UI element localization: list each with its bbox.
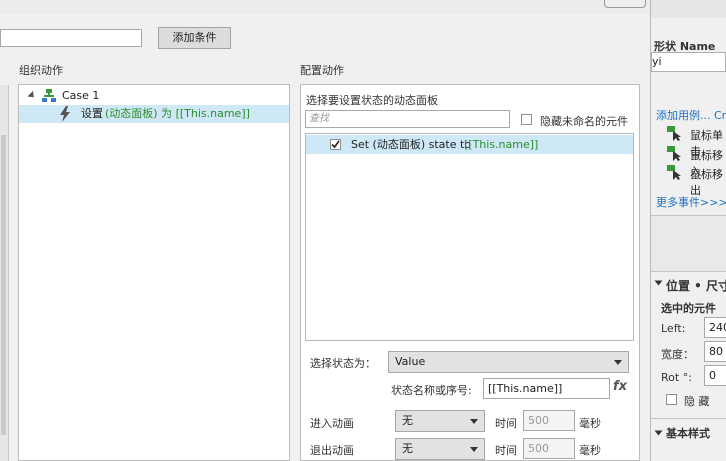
panel-item-prefix: Set (动态面板) state to [351, 138, 472, 151]
chevron-down-icon [470, 447, 478, 452]
enter-time-label: 时间 [495, 417, 517, 430]
case-tree-icon [42, 89, 56, 102]
right-inspector-panel: 形状 Name yi 添加用例... Cr 鼠标单击 鼠标移入 鼠标移出 更多事… [651, 0, 726, 461]
exit-animation-value: 无 [402, 442, 413, 455]
cursor-event-icon [667, 146, 681, 161]
exit-animation-select[interactable]: 无 [395, 438, 485, 460]
hide-checkbox[interactable] [666, 394, 677, 405]
left-input[interactable]: 240 [704, 317, 726, 338]
action-highlight: (动态面板) 为 [[This.name]] [105, 107, 250, 120]
dialog-title-bar [0, 0, 650, 14]
width-label: 宽度： [661, 348, 694, 361]
basic-style-heading: 基本样式 [666, 427, 710, 440]
section-spacer [651, 216, 726, 271]
search-input[interactable]: 查找 [305, 110, 510, 128]
event-row-mouse-enter[interactable]: 鼠标移入 [667, 145, 726, 178]
state-select-value: Value [395, 355, 426, 368]
collapse-arrow-icon[interactable] [654, 430, 663, 436]
add-condition-button[interactable]: 添加条件 [158, 27, 231, 49]
action-tree: Case 1 设置 (动态面板) 为 [[This.name]] [18, 84, 290, 461]
hide-unnamed-label: 隐藏未命名的元件 [540, 115, 628, 128]
select-panel-heading: 选择要设置状态的动态面板 [306, 94, 438, 107]
case-name-input[interactable] [0, 29, 142, 47]
panel-item-highlight: [[This.name]] [464, 138, 539, 151]
dynamic-panel-list: Set (动态面板) state to [[This.name]] [305, 133, 634, 341]
add-case-link[interactable]: 添加用例... Cr [656, 107, 726, 123]
organize-actions-label: 组织动作 [19, 64, 63, 77]
left-scrollbar[interactable] [0, 85, 9, 461]
cursor-event-icon [667, 165, 681, 180]
collapse-arrow-icon[interactable] [654, 280, 663, 286]
exit-animation-label: 退出动画 [310, 444, 354, 457]
exit-ms-label: 毫秒 [579, 444, 601, 457]
inspector-toolbar [651, 0, 726, 18]
lightning-icon [60, 106, 70, 122]
scrollbar-thumb[interactable] [1, 135, 6, 435]
exit-time-input[interactable]: 500 [523, 438, 575, 459]
selected-element-label: 选中的元件 [661, 302, 716, 315]
panel-list-item[interactable]: Set (动态面板) state to [[This.name]] [306, 135, 633, 154]
shape-name-input[interactable]: yi [651, 52, 726, 72]
event-row-mouse-leave[interactable]: 鼠标移出 [667, 164, 726, 197]
close-button[interactable] [604, 0, 646, 8]
state-select[interactable]: Value [388, 351, 629, 373]
checkmark-icon [331, 140, 340, 149]
enter-animation-select[interactable]: 无 [395, 410, 485, 432]
chevron-down-icon [470, 419, 478, 424]
panel-item-checkbox[interactable] [330, 139, 341, 150]
section-divider [651, 418, 726, 419]
case-label: Case 1 [62, 89, 100, 102]
enter-animation-label: 进入动画 [310, 417, 354, 430]
section-divider [651, 271, 726, 272]
state-name-label: 状态名称或序号: [391, 384, 472, 397]
action-prefix: 设置 [81, 107, 103, 120]
select-state-label: 选择状态为： [310, 357, 376, 370]
exit-time-label: 时间 [495, 444, 517, 457]
event-row-click[interactable]: 鼠标单击 [667, 125, 726, 158]
position-size-heading: 位置 • 尺寸 [666, 279, 726, 293]
left-label: Left: [661, 322, 686, 335]
tree-action-row[interactable]: 设置 (动态面板) 为 [[This.name]] [19, 105, 289, 123]
enter-time-input[interactable]: 500 [523, 410, 575, 431]
tree-case-row[interactable]: Case 1 [19, 87, 289, 105]
width-input[interactable]: 80 [704, 341, 726, 362]
state-name-input[interactable]: [[This.name]] [483, 378, 610, 399]
chevron-down-icon [614, 360, 622, 365]
enter-animation-value: 无 [402, 414, 413, 427]
hide-unnamed-checkbox[interactable] [521, 114, 532, 125]
hide-label: 隐 藏 [684, 395, 710, 408]
rotation-input[interactable]: 0 [704, 365, 726, 386]
more-events-link[interactable]: 更多事件>>> [656, 194, 726, 210]
configure-actions-label: 配置动作 [300, 64, 344, 77]
expand-arrow-icon[interactable] [27, 90, 37, 101]
rotation-label: Rot °: [661, 371, 692, 384]
enter-ms-label: 毫秒 [579, 417, 601, 430]
cursor-event-icon [667, 126, 681, 141]
fx-button[interactable]: fx [613, 379, 627, 394]
